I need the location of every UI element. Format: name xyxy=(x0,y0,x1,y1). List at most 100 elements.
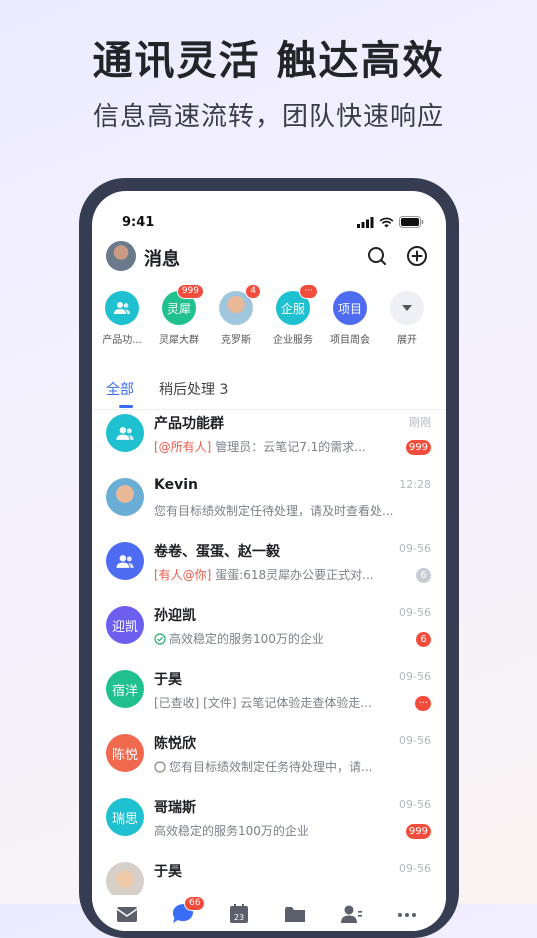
mail-icon[interactable] xyxy=(114,903,140,925)
status-bar: 9:41 xyxy=(92,211,446,231)
preview-text: 蛋蛋:618灵犀办公要正式对... xyxy=(211,568,374,582)
tab-messages[interactable]: 66 xyxy=(170,896,206,925)
unread-badge: 999 xyxy=(405,440,431,455)
circle-icon xyxy=(154,761,166,773)
conversation-time: 09-56 xyxy=(399,542,431,555)
text-avatar: 宿洋 xyxy=(106,670,144,708)
unread-badge: 6 xyxy=(416,568,431,583)
conversation-preview: [有人@你] 蛋蛋:618灵犀办公要正式对... xyxy=(154,566,404,583)
project-avatar: 项目 xyxy=(333,291,367,325)
conversation-name: 产品功能群 xyxy=(154,416,224,432)
conversation-time: 09-56 xyxy=(399,734,431,747)
unread-badge: 6 xyxy=(416,632,431,647)
conversation-row[interactable]: 宿洋 于昊 09-56 [已查收] [文件] 云笔记体验走查体验走... ··· xyxy=(92,660,446,724)
quick-item-label: 项目周会 xyxy=(330,335,370,346)
enterprise-avatar: 企服 ··· xyxy=(276,284,318,325)
promo-subline: 信息高速流转，团队快速响应 xyxy=(92,102,444,132)
message-tabs: 全部 稍后处理 3 xyxy=(92,369,446,409)
quick-item-icon-text: 企服 xyxy=(280,301,305,316)
chevron-down-icon xyxy=(390,291,424,325)
conversation-name: 陈悦欣 xyxy=(154,736,196,752)
person-photo: 4 xyxy=(219,284,261,325)
quick-item-enterprise[interactable]: 企服 ··· 企业服务 xyxy=(263,284,323,346)
calendar-date: 23 xyxy=(234,913,244,922)
page-title: 消息 xyxy=(144,249,180,270)
tab-calendar[interactable]: 23 xyxy=(226,903,252,925)
conversation-time: 刚刚 xyxy=(409,416,431,429)
quick-item-label: 展开 xyxy=(397,335,417,346)
conversation-preview: [@所有人] 管理员：云笔记7.1的需求... xyxy=(154,438,404,455)
tab-all[interactable]: 全部 xyxy=(106,379,134,399)
conversation-preview: 高效稳定的服务100万的企业 xyxy=(154,630,404,647)
conversation-time: 12:28 xyxy=(399,478,431,491)
conversation-row[interactable]: 陈悦 陈悦欣 09-56 您有目标绩效制定任务待处理中，请... xyxy=(92,724,446,788)
signal-icon xyxy=(357,216,374,228)
unread-badge: ··· xyxy=(415,696,431,711)
bottom-tab-bar: 66 23 xyxy=(92,895,446,931)
conversation-row[interactable]: 产品功能群 刚刚 [@所有人] 管理员：云笔记7.1的需求... 999 xyxy=(92,404,446,468)
quick-item-label: 企业服务 xyxy=(273,335,313,346)
person-photo xyxy=(106,478,144,516)
preview-text: 您有目标绩效制定任待处理，请及时查看处... xyxy=(154,504,394,518)
conversation-row[interactable]: 迎凯 孙迎凯 09-56 高效稳定的服务100万的企业 6 xyxy=(92,596,446,660)
check-circle-icon xyxy=(154,633,166,645)
conversation-name: 哥瑞斯 xyxy=(154,800,196,816)
add-icon[interactable] xyxy=(404,243,430,269)
status-time: 9:41 xyxy=(122,215,155,230)
unread-badge: 4 xyxy=(245,284,261,299)
preview-text: 管理员：云笔记7.1的需求... xyxy=(211,440,366,454)
text-avatar: 瑞思 xyxy=(106,798,144,836)
quick-access-bar: 产品功... 灵犀 999 灵犀大群 4 克罗斯 企服 ··· 企业服务 项目 … xyxy=(92,284,446,361)
lingxi-avatar: 灵犀 999 xyxy=(162,284,204,325)
search-icon[interactable] xyxy=(364,243,390,269)
group-icon xyxy=(105,291,139,325)
quick-item-expand[interactable]: 展开 xyxy=(377,291,437,346)
mention-tag: [有人@你] xyxy=(154,568,212,582)
conversation-time: 09-56 xyxy=(399,862,431,875)
wifi-icon xyxy=(379,217,394,227)
quick-item-label: 产品功... xyxy=(102,335,142,346)
folder-icon[interactable] xyxy=(282,903,308,925)
battery-icon xyxy=(399,216,424,228)
conversation-preview: 高效稳定的服务100万的企业 xyxy=(154,822,404,839)
quick-item-kroos[interactable]: 4 克罗斯 xyxy=(206,284,266,346)
text-avatar: 陈悦 xyxy=(106,734,144,772)
avatar[interactable] xyxy=(106,241,136,271)
unread-badge: 999 xyxy=(176,284,204,299)
group-icon xyxy=(106,542,144,580)
unread-badge: ··· xyxy=(299,284,318,299)
conversation-time: 09-56 xyxy=(399,798,431,811)
quick-item-icon-text: 项目 xyxy=(337,301,362,316)
conversation-row[interactable]: Kevin 12:28 您有目标绩效制定任待处理，请及时查看处... xyxy=(92,468,446,532)
preview-text: [已查收] [文件] 云笔记体验走查体验走... xyxy=(154,696,372,710)
conversation-row[interactable]: 瑞思 哥瑞斯 09-56 高效稳定的服务100万的企业 999 xyxy=(92,788,446,852)
preview-text: 您有目标绩效制定任务待处理中，请... xyxy=(169,760,373,774)
mention-tag: [@所有人] xyxy=(154,440,212,454)
contacts-icon[interactable] xyxy=(338,903,364,925)
conversation-time: 09-56 xyxy=(399,606,431,619)
conversation-name: 孙迎凯 xyxy=(154,608,196,624)
group-icon xyxy=(106,414,144,452)
conversation-preview: [已查收] [文件] 云笔记体验走查体验走... xyxy=(154,694,404,711)
tab-later[interactable]: 稍后处理 3 xyxy=(159,379,228,399)
quick-item-icon-text: 灵犀 xyxy=(166,301,191,316)
conversation-name: 于昊 xyxy=(154,864,182,880)
quick-item-product[interactable]: 产品功... xyxy=(92,291,152,346)
conversation-preview: 您有目标绩效制定任务待处理中，请... xyxy=(154,758,404,775)
promo-headline: 通讯灵活 触达高效 xyxy=(92,38,445,84)
conversation-preview: 您有目标绩效制定任待处理，请及时查看处... xyxy=(154,502,404,519)
conversation-row[interactable]: 卷卷、蛋蛋、赵一毅 09-56 [有人@你] 蛋蛋:618灵犀办公要正式对...… xyxy=(92,532,446,596)
conversation-name: 于昊 xyxy=(154,672,182,688)
preview-text: 高效稳定的服务100万的企业 xyxy=(169,632,324,646)
phone-screen: 9:41 消息 产品功... 灵犀 999 灵犀大群 4 克罗斯 企服 ··· … xyxy=(92,191,446,931)
quick-item-project[interactable]: 项目 项目周会 xyxy=(320,291,380,346)
conversation-name: Kevin xyxy=(154,477,198,493)
calendar-icon: 23 xyxy=(230,904,248,923)
text-avatar: 迎凯 xyxy=(106,606,144,644)
unread-badge: 999 xyxy=(405,824,431,839)
quick-item-label: 克罗斯 xyxy=(221,335,251,346)
more-icon[interactable] xyxy=(394,903,420,925)
conversation-time: 09-56 xyxy=(399,670,431,683)
quick-item-lingxi[interactable]: 灵犀 999 灵犀大群 xyxy=(149,284,209,346)
preview-text: 高效稳定的服务100万的企业 xyxy=(154,824,309,838)
